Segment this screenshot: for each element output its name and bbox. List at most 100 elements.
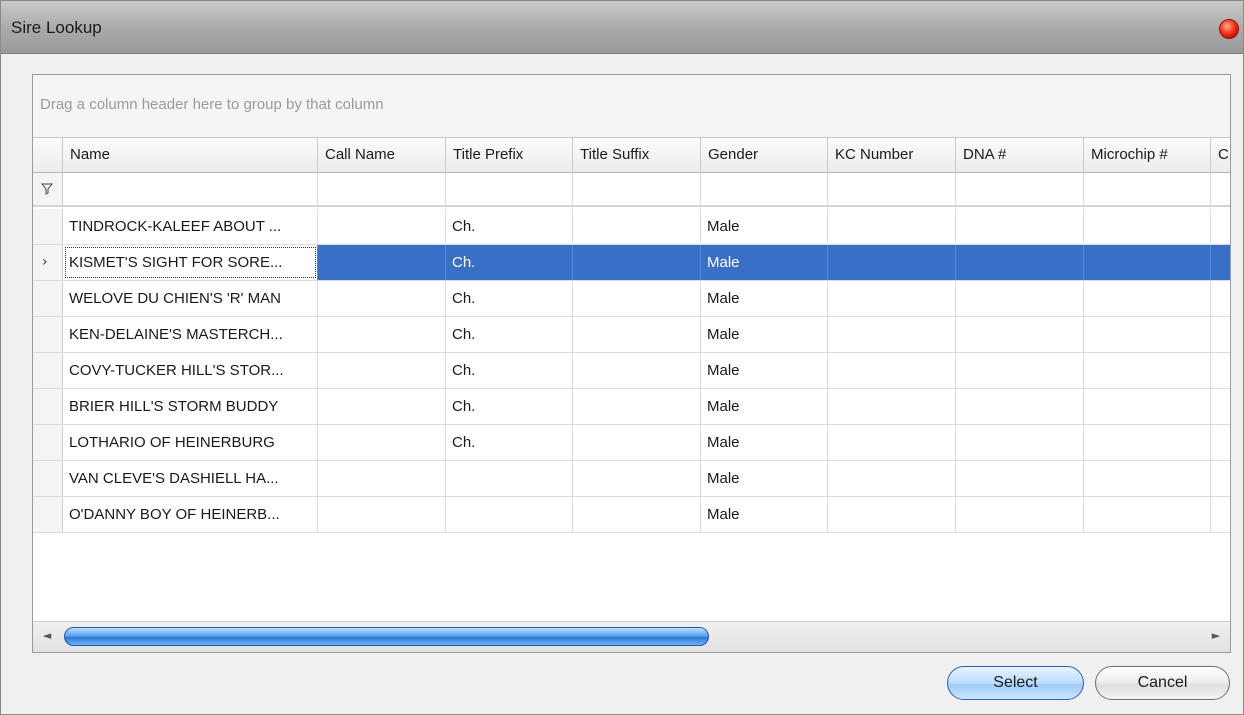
cell-gender[interactable]: Male	[701, 497, 828, 532]
column-header-dna[interactable]: DNA #	[956, 138, 1084, 172]
cell-gender[interactable]: Male	[701, 317, 828, 352]
cell-title-suffix[interactable]	[573, 281, 701, 316]
cell-gender[interactable]: Male	[701, 281, 828, 316]
title-bar[interactable]: Sire Lookup	[1, 1, 1243, 54]
table-row[interactable]: KEN-DELAINE'S MASTERCH... Ch. Male	[33, 317, 1230, 353]
cell-name[interactable]: LOTHARIO OF HEINERBURG	[63, 425, 318, 460]
table-row[interactable]: BRIER HILL'S STORM BUDDY Ch. Male	[33, 389, 1230, 425]
cell-gender[interactable]: Male	[701, 389, 828, 424]
cell-partial[interactable]	[1211, 281, 1230, 316]
cell-kc-number[interactable]	[828, 317, 956, 352]
filter-cell-microchip[interactable]	[1084, 173, 1211, 205]
scrollbar-thumb[interactable]	[64, 627, 709, 646]
cell-microchip[interactable]	[1084, 245, 1211, 280]
filter-cell-title-suffix[interactable]	[573, 173, 701, 205]
cell-partial[interactable]	[1211, 317, 1230, 352]
row-indicator[interactable]	[33, 353, 63, 388]
cell-kc-number[interactable]	[828, 425, 956, 460]
table-row[interactable]: WELOVE DU CHIEN'S 'R' MAN Ch. Male	[33, 281, 1230, 317]
cell-name[interactable]: WELOVE DU CHIEN'S 'R' MAN	[63, 281, 318, 316]
cell-partial[interactable]	[1211, 353, 1230, 388]
cell-title-suffix[interactable]	[573, 245, 701, 280]
cell-title-prefix[interactable]: Ch.	[446, 425, 573, 460]
cell-dna[interactable]	[956, 245, 1084, 280]
cell-kc-number[interactable]	[828, 245, 956, 280]
close-icon[interactable]	[1219, 19, 1239, 39]
cell-dna[interactable]	[956, 281, 1084, 316]
cell-title-prefix[interactable]: Ch.	[446, 317, 573, 352]
cell-title-prefix[interactable]: Ch.	[446, 245, 573, 280]
filter-cell-gender[interactable]	[701, 173, 828, 205]
cell-title-suffix[interactable]	[573, 389, 701, 424]
cell-gender[interactable]: Male	[701, 461, 828, 496]
cell-kc-number[interactable]	[828, 353, 956, 388]
cell-gender[interactable]: Male	[701, 245, 828, 280]
cell-dna[interactable]	[956, 317, 1084, 352]
cell-name[interactable]: BRIER HILL'S STORM BUDDY	[63, 389, 318, 424]
cell-call-name[interactable]	[318, 461, 446, 496]
cell-partial[interactable]	[1211, 425, 1230, 460]
filter-cell-title-prefix[interactable]	[446, 173, 573, 205]
group-by-panel[interactable]: Drag a column header here to group by th…	[33, 75, 1230, 137]
column-header-call-name[interactable]: Call Name	[318, 138, 446, 172]
table-row[interactable]: VAN CLEVE'S DASHIELL HA... Male	[33, 461, 1230, 497]
cell-title-prefix[interactable]: Ch.	[446, 209, 573, 244]
horizontal-scrollbar[interactable]: ◄ ►	[33, 621, 1230, 652]
cell-call-name[interactable]	[318, 209, 446, 244]
cell-title-prefix[interactable]: Ch.	[446, 353, 573, 388]
cell-name[interactable]: TINDROCK-KALEEF ABOUT ...	[63, 209, 318, 244]
cell-kc-number[interactable]	[828, 461, 956, 496]
table-row[interactable]: COVY-TUCKER HILL'S STOR... Ch. Male	[33, 353, 1230, 389]
column-header-partial[interactable]: C	[1211, 138, 1230, 172]
cell-microchip[interactable]	[1084, 317, 1211, 352]
row-indicator[interactable]	[33, 209, 63, 244]
cell-dna[interactable]	[956, 425, 1084, 460]
cell-name[interactable]: KISMET'S SIGHT FOR SORE...	[63, 245, 318, 280]
column-header-kc-number[interactable]: KC Number	[828, 138, 956, 172]
cell-partial[interactable]	[1211, 497, 1230, 532]
cell-call-name[interactable]	[318, 353, 446, 388]
table-row[interactable]: TINDROCK-KALEEF ABOUT ... Ch. Male	[33, 209, 1230, 245]
table-row[interactable]: › KISMET'S SIGHT FOR SORE... Ch. Male	[33, 245, 1230, 281]
column-header-gender[interactable]: Gender	[701, 138, 828, 172]
cell-call-name[interactable]	[318, 281, 446, 316]
cell-dna[interactable]	[956, 389, 1084, 424]
cell-title-suffix[interactable]	[573, 209, 701, 244]
row-indicator[interactable]	[33, 389, 63, 424]
row-indicator[interactable]	[33, 461, 63, 496]
cell-title-suffix[interactable]	[573, 425, 701, 460]
cell-microchip[interactable]	[1084, 353, 1211, 388]
column-header-title-suffix[interactable]: Title Suffix	[573, 138, 701, 172]
cell-title-suffix[interactable]	[573, 497, 701, 532]
cell-call-name[interactable]	[318, 245, 446, 280]
cell-dna[interactable]	[956, 497, 1084, 532]
cell-name[interactable]: VAN CLEVE'S DASHIELL HA...	[63, 461, 318, 496]
scroll-left-icon[interactable]: ◄	[36, 625, 58, 647]
cell-microchip[interactable]	[1084, 281, 1211, 316]
cell-name[interactable]: O'DANNY BOY OF HEINERB...	[63, 497, 318, 532]
cell-kc-number[interactable]	[828, 389, 956, 424]
cell-partial[interactable]	[1211, 461, 1230, 496]
cell-microchip[interactable]	[1084, 461, 1211, 496]
cell-title-suffix[interactable]	[573, 353, 701, 388]
cell-dna[interactable]	[956, 461, 1084, 496]
filter-cell-dna[interactable]	[956, 173, 1084, 205]
cell-gender[interactable]: Male	[701, 353, 828, 388]
cell-gender[interactable]: Male	[701, 425, 828, 460]
cell-microchip[interactable]	[1084, 209, 1211, 244]
filter-cell-kc-number[interactable]	[828, 173, 956, 205]
cell-partial[interactable]	[1211, 245, 1230, 280]
table-row[interactable]: LOTHARIO OF HEINERBURG Ch. Male	[33, 425, 1230, 461]
cell-title-suffix[interactable]	[573, 461, 701, 496]
cell-title-prefix[interactable]	[446, 461, 573, 496]
cell-title-prefix[interactable]	[446, 497, 573, 532]
column-header-microchip[interactable]: Microchip #	[1084, 138, 1211, 172]
cell-name[interactable]: COVY-TUCKER HILL'S STOR...	[63, 353, 318, 388]
row-indicator[interactable]	[33, 281, 63, 316]
filter-cell-partial[interactable]	[1211, 173, 1230, 205]
cell-gender[interactable]: Male	[701, 209, 828, 244]
row-indicator[interactable]: ›	[33, 245, 63, 280]
cell-kc-number[interactable]	[828, 497, 956, 532]
cell-microchip[interactable]	[1084, 497, 1211, 532]
filter-cell-name[interactable]	[63, 173, 318, 205]
